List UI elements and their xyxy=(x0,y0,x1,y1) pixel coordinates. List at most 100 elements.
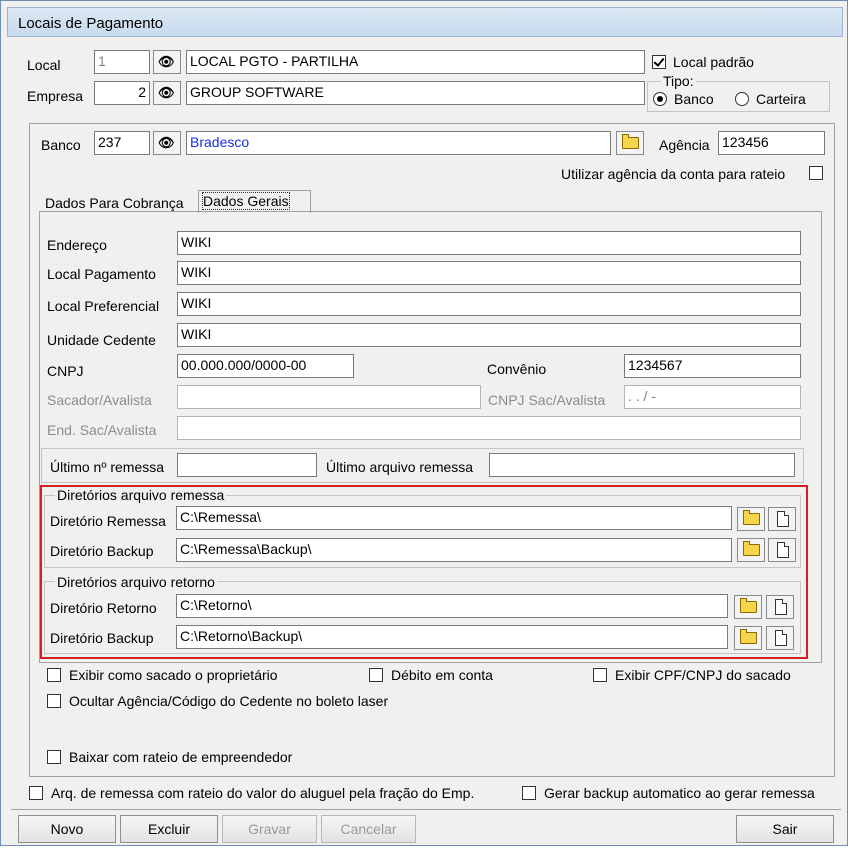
empresa-search-button[interactable]: 👁 xyxy=(153,81,181,105)
dir-backup-remessa-file-button[interactable] xyxy=(768,538,796,562)
arq-remessa-checkbox[interactable] xyxy=(29,786,43,800)
binoculars-icon: 👁 xyxy=(158,85,175,100)
exibir-cpf-label: Exibir CPF/CNPJ do sacado xyxy=(615,667,791,683)
local-name-input[interactable]: LOCAL PGTO - PARTILHA xyxy=(186,50,645,74)
document-icon xyxy=(775,630,787,646)
document-icon xyxy=(775,599,787,615)
banco-search-button[interactable]: 👁 xyxy=(153,131,181,155)
gerar-backup-checkbox[interactable] xyxy=(522,786,536,800)
dir-backup-remessa-input[interactable]: C:\Remessa\Backup\ xyxy=(176,538,732,562)
dir-backup-remessa-folder-button[interactable] xyxy=(737,538,765,562)
locais-pagamento-window: Locais de Pagamento Local 1 👁 LOCAL PGTO… xyxy=(0,0,848,846)
cancelar-button[interactable]: Cancelar xyxy=(321,815,416,843)
arq-remessa-label: Arq. de remessa com rateio do valor do a… xyxy=(51,785,475,801)
cnpj-sac-label: CNPJ Sac/Avalista xyxy=(488,392,606,408)
folder-icon xyxy=(743,510,760,525)
banco-code-input[interactable]: 237 xyxy=(94,131,150,155)
ultimo-remessa-input[interactable] xyxy=(177,453,317,477)
dir-retorno-input[interactable]: C:\Retorno\ xyxy=(176,594,728,618)
exibir-cpf-checkbox[interactable] xyxy=(593,668,607,682)
convenio-input[interactable]: 1234567 xyxy=(624,354,801,378)
local-padrao-label: Local padrão xyxy=(673,54,754,70)
tab-dados-gerais[interactable]: Dados Gerais xyxy=(198,190,311,213)
ocultar-agencia-label: Ocultar Agência/Código do Cedente no bol… xyxy=(69,693,389,709)
exibir-sacado-label: Exibir como sacado o proprietário xyxy=(69,667,278,683)
debito-conta-checkbox[interactable] xyxy=(369,668,383,682)
dir-remessa-input[interactable]: C:\Remessa\ xyxy=(176,506,732,530)
sacador-input[interactable] xyxy=(177,385,481,409)
local-preferencial-label: Local Preferencial xyxy=(47,298,160,314)
banco-name-input[interactable]: Bradesco xyxy=(186,131,611,155)
folder-icon xyxy=(743,541,760,556)
tipo-carteira-label: Carteira xyxy=(756,91,806,107)
ultimo-arquivo-label: Último arquivo remessa xyxy=(326,459,474,475)
local-padrao-checkbox[interactable] xyxy=(652,55,666,69)
local-code-input[interactable]: 1 xyxy=(94,50,150,74)
dir-retorno-folder-button[interactable] xyxy=(734,595,762,619)
dir-backup-retorno-label: Diretório Backup xyxy=(50,630,154,646)
end-sac-input[interactable] xyxy=(177,416,801,440)
banco-label: Banco xyxy=(41,137,81,153)
tipo-banco-radio[interactable] xyxy=(653,92,667,106)
empresa-label: Empresa xyxy=(27,88,84,104)
remessa-group-title: Diretórios arquivo remessa xyxy=(55,487,227,503)
cnpj-sac-input[interactable]: . . / - xyxy=(624,385,801,409)
local-search-button[interactable]: 👁 xyxy=(153,50,181,74)
cnpj-label: CNPJ xyxy=(47,363,84,379)
baixar-rateio-label: Baixar com rateio de empreendedor xyxy=(69,749,293,765)
unidade-cedente-label: Unidade Cedente xyxy=(47,332,156,348)
exibir-sacado-checkbox[interactable] xyxy=(47,668,61,682)
banco-folder-button[interactable] xyxy=(616,131,644,155)
endereco-input[interactable]: WIKI xyxy=(177,231,801,255)
debito-conta-label: Débito em conta xyxy=(391,667,493,683)
dir-backup-retorno-input[interactable]: C:\Retorno\Backup\ xyxy=(176,625,728,649)
gerar-backup-label: Gerar backup automatico ao gerar remessa xyxy=(544,785,815,801)
tipo-banco-label: Banco xyxy=(674,91,714,107)
dir-retorno-label: Diretório Retorno xyxy=(50,600,157,616)
local-pagamento-input[interactable]: WIKI xyxy=(177,261,801,285)
agencia-label: Agência xyxy=(659,137,710,153)
tipo-label: Tipo: xyxy=(661,73,696,89)
retorno-group-title: Diretórios arquivo retorno xyxy=(55,574,217,590)
gravar-button[interactable]: Gravar xyxy=(222,815,317,843)
local-label: Local xyxy=(27,57,61,73)
window-title: Locais de Pagamento xyxy=(18,15,164,32)
document-icon xyxy=(777,511,789,527)
agencia-input[interactable]: 123456 xyxy=(718,131,825,155)
dir-backup-retorno-file-button[interactable] xyxy=(766,626,794,650)
utilizar-agencia-label: Utilizar agência da conta para rateio xyxy=(561,166,786,182)
ultimo-remessa-label: Último nº remessa xyxy=(50,459,165,475)
button-bar-divider xyxy=(11,809,841,810)
tab-dados-gerais-label: Dados Gerais xyxy=(202,192,290,210)
novo-button[interactable]: Novo xyxy=(18,815,116,843)
binoculars-icon: 👁 xyxy=(158,54,175,69)
endereco-label: Endereço xyxy=(47,237,107,253)
local-pagamento-label: Local Pagamento xyxy=(47,266,156,282)
dir-remessa-folder-button[interactable] xyxy=(737,507,765,531)
end-sac-label: End. Sac/Avalista xyxy=(47,422,157,438)
empresa-name-input[interactable]: GROUP SOFTWARE xyxy=(186,81,645,105)
binoculars-icon: 👁 xyxy=(158,135,175,150)
ultimo-arquivo-input[interactable] xyxy=(489,453,795,477)
convenio-label: Convênio xyxy=(487,361,547,377)
dir-retorno-file-button[interactable] xyxy=(766,595,794,619)
dir-remessa-label: Diretório Remessa xyxy=(50,513,166,529)
empresa-code-input[interactable]: 2 xyxy=(94,81,150,105)
folder-icon xyxy=(740,598,757,613)
title-bar: Locais de Pagamento xyxy=(7,7,843,37)
dir-remessa-file-button[interactable] xyxy=(768,507,796,531)
sair-button[interactable]: Sair xyxy=(736,815,834,843)
document-icon xyxy=(777,542,789,558)
dir-backup-remessa-label: Diretório Backup xyxy=(50,543,154,559)
folder-icon xyxy=(622,134,639,149)
excluir-button[interactable]: Excluir xyxy=(120,815,218,843)
baixar-rateio-checkbox[interactable] xyxy=(47,750,61,764)
tipo-carteira-radio[interactable] xyxy=(735,92,749,106)
utilizar-agencia-checkbox[interactable] xyxy=(809,166,823,180)
dir-backup-retorno-folder-button[interactable] xyxy=(734,626,762,650)
unidade-cedente-input[interactable]: WIKI xyxy=(177,323,801,347)
local-preferencial-input[interactable]: WIKI xyxy=(177,292,801,316)
folder-icon xyxy=(740,629,757,644)
ocultar-agencia-checkbox[interactable] xyxy=(47,694,61,708)
cnpj-input[interactable]: 00.000.000/0000-00 xyxy=(177,354,354,378)
